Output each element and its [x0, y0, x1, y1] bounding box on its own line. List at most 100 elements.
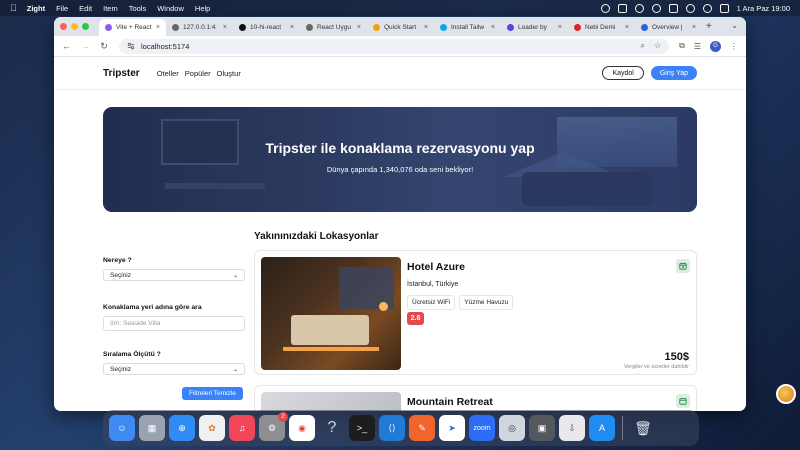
bookmark-star-icon[interactable]: ☆: [654, 41, 661, 51]
back-arrow-icon[interactable]: ←: [62, 41, 71, 51]
browser-menu-icon[interactable]: ⋮: [730, 42, 738, 51]
tab-quick-start[interactable]: Quick Start ×: [367, 19, 434, 36]
tab-label: Loader by: [518, 24, 547, 31]
quicktime-icon[interactable]: ◎: [499, 415, 525, 441]
hotel-name[interactable]: Hotel Azure: [407, 261, 465, 273]
remote-desktop-icon[interactable]: ➤: [439, 415, 465, 441]
close-tab-icon[interactable]: ×: [692, 24, 696, 31]
tab-search-chevron-icon[interactable]: ⌄: [731, 21, 738, 30]
tab-nebi-demir[interactable]: Nebi Demi ×: [568, 19, 635, 36]
close-tab-icon[interactable]: ×: [156, 24, 160, 31]
tab-vite-react[interactable]: Vite + React ×: [99, 19, 166, 36]
control-center-icon[interactable]: [719, 3, 729, 13]
help-question-icon[interactable]: ?: [319, 415, 345, 441]
sort-select[interactable]: Seçiniz ⌄: [103, 363, 245, 375]
record-icon[interactable]: [600, 3, 610, 13]
hotel-image[interactable]: [261, 392, 401, 411]
app-store-icon[interactable]: A: [589, 415, 615, 441]
name-search-input[interactable]: örn: Seaside Villa: [103, 316, 245, 331]
nav-link-populer[interactable]: Popüler: [185, 69, 211, 78]
tab-groups-icon[interactable]: ☰: [694, 42, 701, 51]
chrome-icon[interactable]: ◉: [289, 415, 315, 441]
close-tab-icon[interactable]: ×: [223, 24, 227, 31]
tab-react-uygulama[interactable]: React Uygu ×: [300, 19, 367, 36]
minimize-window-button[interactable]: [71, 23, 78, 30]
close-tab-icon[interactable]: ×: [290, 24, 294, 31]
preview-icon[interactable]: ⇩: [559, 415, 585, 441]
url-text[interactable]: localhost:5174: [141, 42, 189, 51]
trash-icon[interactable]: 🗑: [630, 415, 656, 441]
tab-github[interactable]: 10-hi-react ×: [233, 19, 300, 36]
launchpad-icon[interactable]: ▦: [139, 415, 165, 441]
reload-icon[interactable]: ↻: [100, 41, 108, 52]
chevron-down-icon: ⌄: [232, 272, 238, 279]
postman-icon[interactable]: ✎: [409, 415, 435, 441]
safari-icon[interactable]: ⊕: [169, 415, 195, 441]
where-label: Nereye ?: [103, 257, 132, 264]
site-info-icon[interactable]: [127, 42, 135, 50]
menu-app-name[interactable]: Zight: [27, 4, 45, 13]
tab-localhost[interactable]: 127.0.0.1:4 ×: [166, 19, 233, 36]
apple-menu-icon[interactable]: : [10, 3, 17, 13]
menu-tools[interactable]: Tools: [129, 4, 147, 13]
maximize-window-button[interactable]: [82, 23, 89, 30]
dock-separator: [622, 416, 623, 440]
dock: ☺ ▦ ⊕ ✿ ♫ ⚙ 2 ◉ ? >_ ⟨⟩ ✎ ➤ zoom ◎ ▣ ⇩ A…: [103, 410, 699, 446]
calendar-button[interactable]: [676, 394, 690, 408]
hotel-name[interactable]: Mountain Retreat: [407, 396, 493, 408]
close-tab-icon[interactable]: ×: [424, 24, 428, 31]
system-settings-icon[interactable]: ⚙ 2: [259, 412, 288, 441]
close-tab-icon[interactable]: ×: [558, 24, 562, 31]
zoom-lens-icon[interactable]: ⌕: [640, 41, 644, 51]
close-tab-icon[interactable]: ×: [357, 24, 361, 31]
wifi-icon[interactable]: [685, 3, 695, 13]
new-tab-icon[interactable]: +: [706, 21, 712, 32]
hotel-card[interactable]: Mountain Retreat: [254, 385, 697, 411]
lamp-decoration: [379, 302, 388, 311]
sort-label: Sıralama Ölçütü ?: [103, 351, 161, 358]
screen-icon[interactable]: [617, 3, 627, 13]
floating-avatar[interactable]: [776, 384, 796, 404]
chevron-down-icon: ⌄: [232, 366, 238, 373]
hotel-card[interactable]: Hotel Azure İstanbul, Türkiye Ücretsiz W…: [254, 250, 697, 375]
screen-recorder-icon[interactable]: ▣: [529, 415, 555, 441]
terminal-icon[interactable]: >_: [349, 415, 375, 441]
calendar-button[interactable]: [676, 259, 690, 273]
zoom-app-icon[interactable]: zoom: [469, 415, 495, 441]
menu-window[interactable]: Window: [157, 4, 184, 13]
clear-filters-button[interactable]: Filtreleri Temizle: [182, 387, 243, 400]
music-icon[interactable]: ♫: [229, 415, 255, 441]
extensions-icon[interactable]: ⧉: [679, 41, 685, 51]
photos-icon[interactable]: ✿: [199, 415, 225, 441]
search-icon[interactable]: [702, 3, 712, 13]
clock-icon[interactable]: [651, 3, 661, 13]
login-button[interactable]: Giriş Yap: [650, 66, 697, 80]
nav-link-oteller[interactable]: Oteller: [157, 69, 179, 78]
close-tab-icon[interactable]: ×: [625, 24, 629, 31]
play-icon[interactable]: [634, 3, 644, 13]
menu-file[interactable]: File: [56, 4, 68, 13]
menu-help[interactable]: Help: [195, 4, 210, 13]
menu-item[interactable]: Item: [103, 4, 118, 13]
register-button[interactable]: Kaydol: [602, 66, 644, 80]
menu-edit[interactable]: Edit: [79, 4, 92, 13]
tab-loader[interactable]: Loader by ×: [501, 19, 568, 36]
vscode-icon[interactable]: ⟨⟩: [379, 415, 405, 441]
tab-bar: Vite + React × 127.0.0.1:4 × 10-hi-react…: [54, 17, 746, 36]
tab-overview[interactable]: Overview | ×: [635, 19, 702, 36]
section-title: Yakınınızdaki Lokasyonlar: [254, 231, 379, 242]
forward-arrow-icon[interactable]: →: [81, 41, 90, 51]
close-window-button[interactable]: [60, 23, 67, 30]
where-select[interactable]: Seçiniz ⌄: [103, 269, 245, 281]
address-bar[interactable]: localhost:5174 ⌕ ☆: [119, 38, 670, 54]
nav-link-olustur[interactable]: Oluştur: [217, 69, 241, 78]
battery-icon[interactable]: [668, 3, 678, 13]
menu-datetime[interactable]: 1 Ara Paz 19:00: [737, 4, 790, 13]
finder-icon[interactable]: ☺: [109, 415, 135, 441]
site-logo[interactable]: Tripster: [103, 68, 140, 79]
profile-avatar[interactable]: G: [710, 40, 721, 52]
close-tab-icon[interactable]: ×: [491, 24, 495, 31]
hotel-image[interactable]: [261, 257, 401, 370]
tab-install-tailwind[interactable]: Install Tailw ×: [434, 19, 501, 36]
